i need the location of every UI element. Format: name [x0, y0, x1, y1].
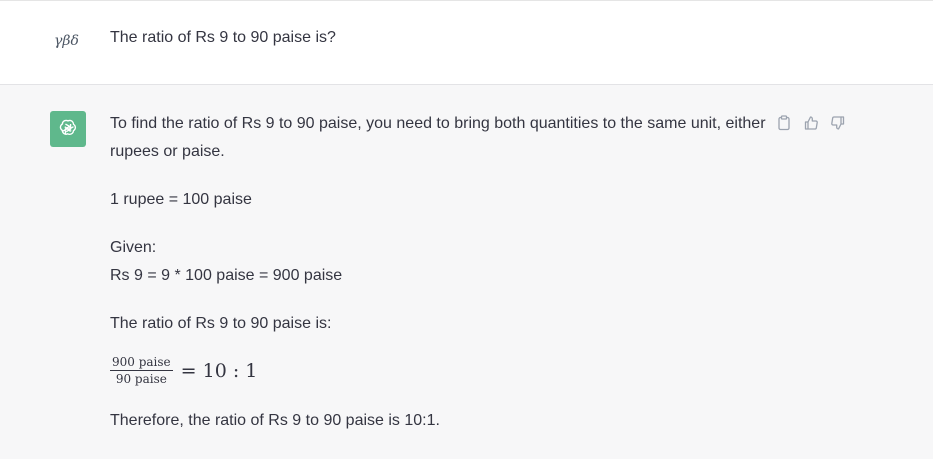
thumbs-up-icon[interactable]: [802, 114, 820, 132]
response-line: Rs 9 = 9 * 100 paise = 900 paise: [110, 267, 343, 284]
response-line: Therefore, the ratio of Rs 9 to 90 paise…: [110, 412, 440, 429]
clipboard-icon[interactable]: [775, 114, 793, 132]
openai-logo-icon: [50, 111, 86, 147]
user-message-text: The ratio of Rs 9 to 90 paise is?: [110, 29, 336, 46]
user-message-row: γβδ The ratio of Rs 9 to 90 paise is?: [0, 0, 933, 85]
response-line: rupees or paise.: [110, 143, 225, 160]
ratio-formula: 900 paise 90 paise = 10 : 1: [110, 355, 257, 386]
response-line: 1 rupee = 100 paise: [110, 191, 252, 208]
fraction: 900 paise 90 paise: [110, 355, 173, 386]
fraction-denominator: 90 paise: [115, 372, 167, 386]
message-actions: [775, 114, 847, 132]
response-line: The ratio of Rs 9 to 90 paise is:: [110, 315, 332, 332]
chat-page: γβδ The ratio of Rs 9 to 90 paise is? To…: [0, 0, 933, 459]
assistant-message-row: To find the ratio of Rs 9 to 90 paise, y…: [0, 85, 933, 459]
formula-result: = 10 : 1: [180, 359, 258, 382]
user-avatar: γβδ: [54, 33, 79, 49]
thumbs-down-icon[interactable]: [829, 114, 847, 132]
fraction-numerator: 900 paise: [110, 355, 173, 371]
response-line: Given:: [110, 239, 157, 256]
response-line: To find the ratio of Rs 9 to 90 paise, y…: [110, 115, 766, 132]
